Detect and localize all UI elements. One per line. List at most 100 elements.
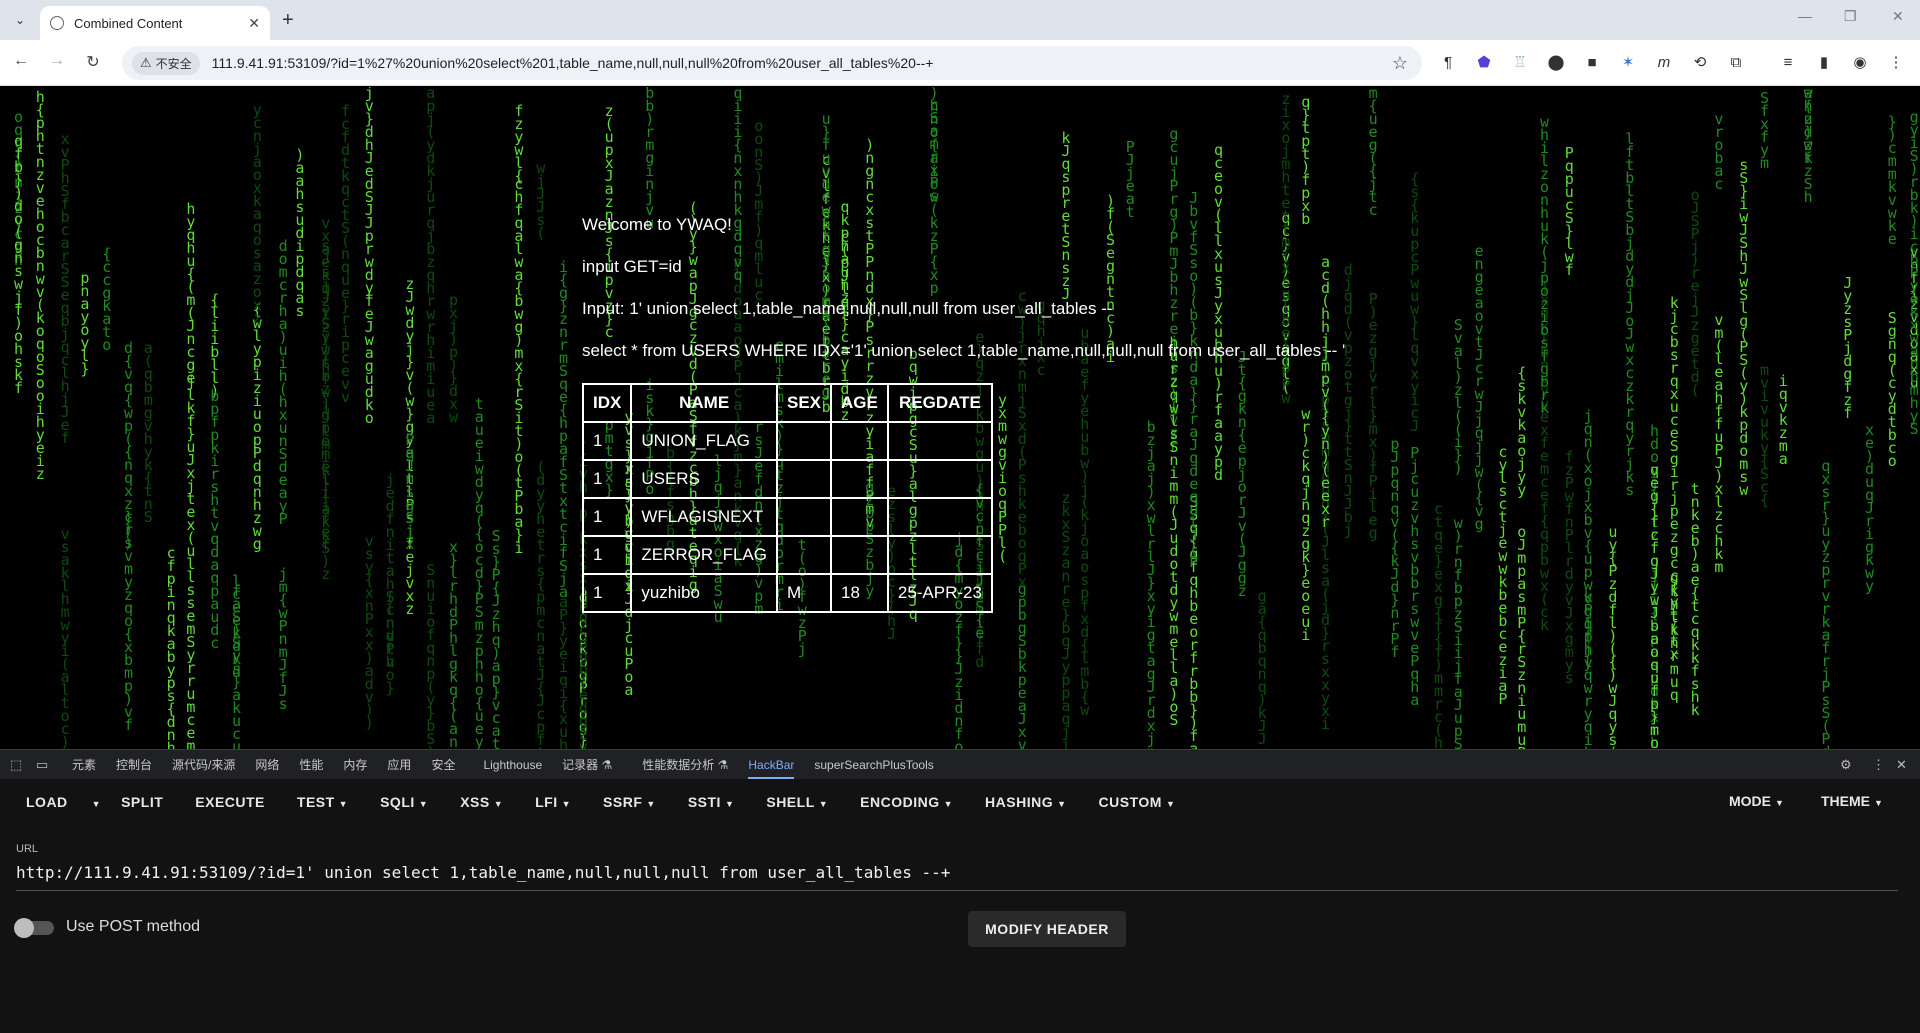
chevron-down-icon: ▼	[1775, 798, 1784, 808]
tab-close-icon[interactable]: ✕	[248, 15, 260, 32]
devtools-settings-icon[interactable]: ⚙	[1840, 757, 1852, 773]
browser-menu-icon[interactable]: ⋮	[1886, 53, 1906, 73]
custom-menu-button[interactable]: CUSTOM ▼	[1087, 794, 1188, 810]
load-dropdown-icon[interactable]: ▼	[80, 794, 109, 810]
mode-menu-button[interactable]: MODE ▼	[1729, 793, 1784, 809]
hackbar-panel: LOAD ▼ SPLIT EXECUTE TEST ▼ SQLI ▼ XSS ▼ LF…	[0, 779, 1920, 1033]
extension-translate-icon[interactable]: ¶	[1438, 53, 1458, 73]
address-url[interactable]: 111.9.41.91:53109/?id=1%27%20union%20sel…	[212, 55, 934, 71]
table-cell	[886, 535, 993, 575]
post-method-toggle[interactable]	[14, 918, 54, 938]
device-toolbar-icon[interactable]: ▭	[36, 757, 52, 773]
reload-icon[interactable]: ↻	[82, 52, 104, 72]
devtools-tab-elements[interactable]: 元素	[72, 756, 96, 773]
split-button[interactable]: SPLIT	[109, 794, 175, 810]
encoding-menu-button[interactable]: ENCODING ▼	[848, 794, 965, 810]
window-close-icon[interactable]: ✕	[1892, 8, 1904, 25]
extensions-puzzle-icon[interactable]: ⧉	[1726, 53, 1746, 73]
restore-icon[interactable]: ❐	[1844, 8, 1857, 25]
extension-counter-icon[interactable]: ⟲	[1690, 53, 1710, 73]
browser-toolbar: ← → ↻ ⚠ 不安全 111.9.41.91:53109/?id=1%27%2…	[0, 40, 1920, 86]
devtools-tab-performance[interactable]: 性能	[299, 756, 323, 773]
table-cell	[886, 421, 993, 461]
load-button[interactable]: LOAD	[0, 794, 80, 810]
table-cell: 1	[581, 497, 633, 537]
inspect-element-icon[interactable]: ⬚	[10, 757, 26, 773]
devtools-tab-hackbar[interactable]: HackBar	[748, 758, 795, 779]
extension-bird-icon[interactable]: ✶	[1618, 53, 1638, 73]
side-panel-icon[interactable]: ▮	[1814, 53, 1834, 73]
modify-header-button[interactable]: MODIFY HEADER	[968, 911, 1126, 947]
bookmark-star-icon[interactable]: ☆	[1392, 53, 1408, 74]
table-cell	[886, 497, 993, 537]
url-field-label: URL	[16, 843, 39, 855]
devtools-close-icon[interactable]: ✕	[1896, 757, 1907, 773]
browser-tab[interactable]: Combined Content ✕	[40, 6, 270, 40]
devtools-tab-sources[interactable]: 源代码/来源	[172, 756, 235, 773]
table-cell: 1	[581, 421, 633, 461]
address-bar[interactable]: ⚠ 不安全 111.9.41.91:53109/?id=1%27%20union…	[122, 46, 1422, 80]
hackbar-menu: LOAD ▼ SPLIT EXECUTE TEST ▼ SQLI ▼ XSS ▼ LF…	[0, 779, 1920, 825]
welcome-text: Welcome to YWAQ!	[582, 215, 732, 234]
extension-circle-icon[interactable]: ⬤	[1546, 53, 1566, 73]
extension-box-icon[interactable]: ■	[1582, 53, 1602, 73]
table-header-row: IDX NAME SEX AGE REGDATE	[581, 383, 993, 423]
table-row: 1 UNION_FLAG	[581, 421, 993, 461]
tab-title: Combined Content	[74, 15, 183, 31]
devtools-tab-performance-insights[interactable]: 性能数据分析 ⚗	[642, 756, 728, 773]
shell-menu-button[interactable]: SHELL ▼	[754, 794, 840, 810]
page-viewport: o q c { t n j z v c q h q f b } ) d o ( …	[0, 87, 1920, 749]
lfi-menu-button[interactable]: LFI ▼	[523, 794, 583, 810]
back-icon[interactable]: ←	[10, 52, 32, 70]
minimize-icon[interactable]: —	[1798, 8, 1812, 24]
devtools-more-icon[interactable]: ⋮	[1872, 757, 1885, 773]
hashing-menu-button[interactable]: HASHING ▼	[973, 794, 1078, 810]
column-header: SEX	[775, 383, 833, 423]
chevron-down-icon: ▼	[943, 799, 954, 809]
ssrf-menu-button[interactable]: SSRF ▼	[591, 794, 668, 810]
new-tab-icon[interactable]: +	[282, 8, 294, 32]
devtools-tab-console[interactable]: 控制台	[116, 756, 152, 773]
table-cell	[775, 459, 833, 499]
toggle-knob	[14, 918, 34, 938]
table-row: 1 USERS	[581, 459, 993, 499]
table-cell: M	[775, 573, 833, 613]
ssrf-menu-label: SSRF	[603, 794, 643, 810]
devtools-tab-supersearch[interactable]: superSearchPlusTools	[814, 758, 933, 772]
forward-icon[interactable]: →	[46, 52, 68, 70]
profile-avatar-icon[interactable]: ◉	[1850, 53, 1870, 73]
table-cell: USERS	[630, 459, 778, 499]
table-cell: 1	[581, 459, 633, 499]
devtools-tab-lighthouse[interactable]: Lighthouse	[483, 758, 542, 772]
hackbar-url-input[interactable]: http://111.9.41.91:53109/?id=1' union se…	[16, 863, 1898, 891]
test-menu-button[interactable]: TEST ▼	[285, 794, 360, 810]
theme-menu-button[interactable]: THEME ▼	[1821, 793, 1883, 809]
extension-shield-icon[interactable]: ⬟	[1474, 53, 1494, 73]
xss-menu-button[interactable]: XSS ▼	[448, 794, 515, 810]
devtools-tab-memory[interactable]: 内存	[343, 756, 367, 773]
chevron-down-icon: ▼	[338, 799, 349, 809]
devtools-tab-security[interactable]: 安全	[431, 756, 455, 773]
extension-cup-icon[interactable]: ♖	[1510, 53, 1530, 73]
ssti-menu-button[interactable]: SSTI ▼	[676, 794, 747, 810]
table-cell	[775, 535, 833, 575]
table-row: 1 yuzhibo M 18 25-APR-23	[581, 573, 993, 613]
sqli-menu-button[interactable]: SQLI ▼	[368, 794, 440, 810]
devtools-tab-application[interactable]: 应用	[387, 756, 411, 773]
table-cell: 1	[581, 535, 633, 575]
result-table: IDX NAME SEX AGE REGDATE 1 UNION_FLAG 1	[581, 383, 993, 613]
xss-menu-label: XSS	[460, 794, 490, 810]
chevron-down-icon: ▼	[561, 799, 572, 809]
media-queue-icon[interactable]: ≡	[1778, 53, 1798, 73]
devtools-tab-recorder[interactable]: 记录器 ⚗	[562, 756, 612, 773]
execute-button[interactable]: EXECUTE	[183, 794, 277, 810]
chevron-down-icon: ▼	[1057, 799, 1067, 809]
security-chip[interactable]: ⚠ 不安全	[132, 51, 200, 75]
tab-search-icon[interactable]: ⌄	[8, 8, 32, 32]
theme-menu-label: THEME	[1821, 793, 1870, 809]
table-cell	[830, 535, 889, 575]
extension-m-icon[interactable]: m	[1654, 53, 1674, 73]
column-header: AGE	[830, 383, 889, 423]
table-cell	[830, 497, 889, 537]
devtools-tab-network[interactable]: 网络	[255, 756, 279, 773]
